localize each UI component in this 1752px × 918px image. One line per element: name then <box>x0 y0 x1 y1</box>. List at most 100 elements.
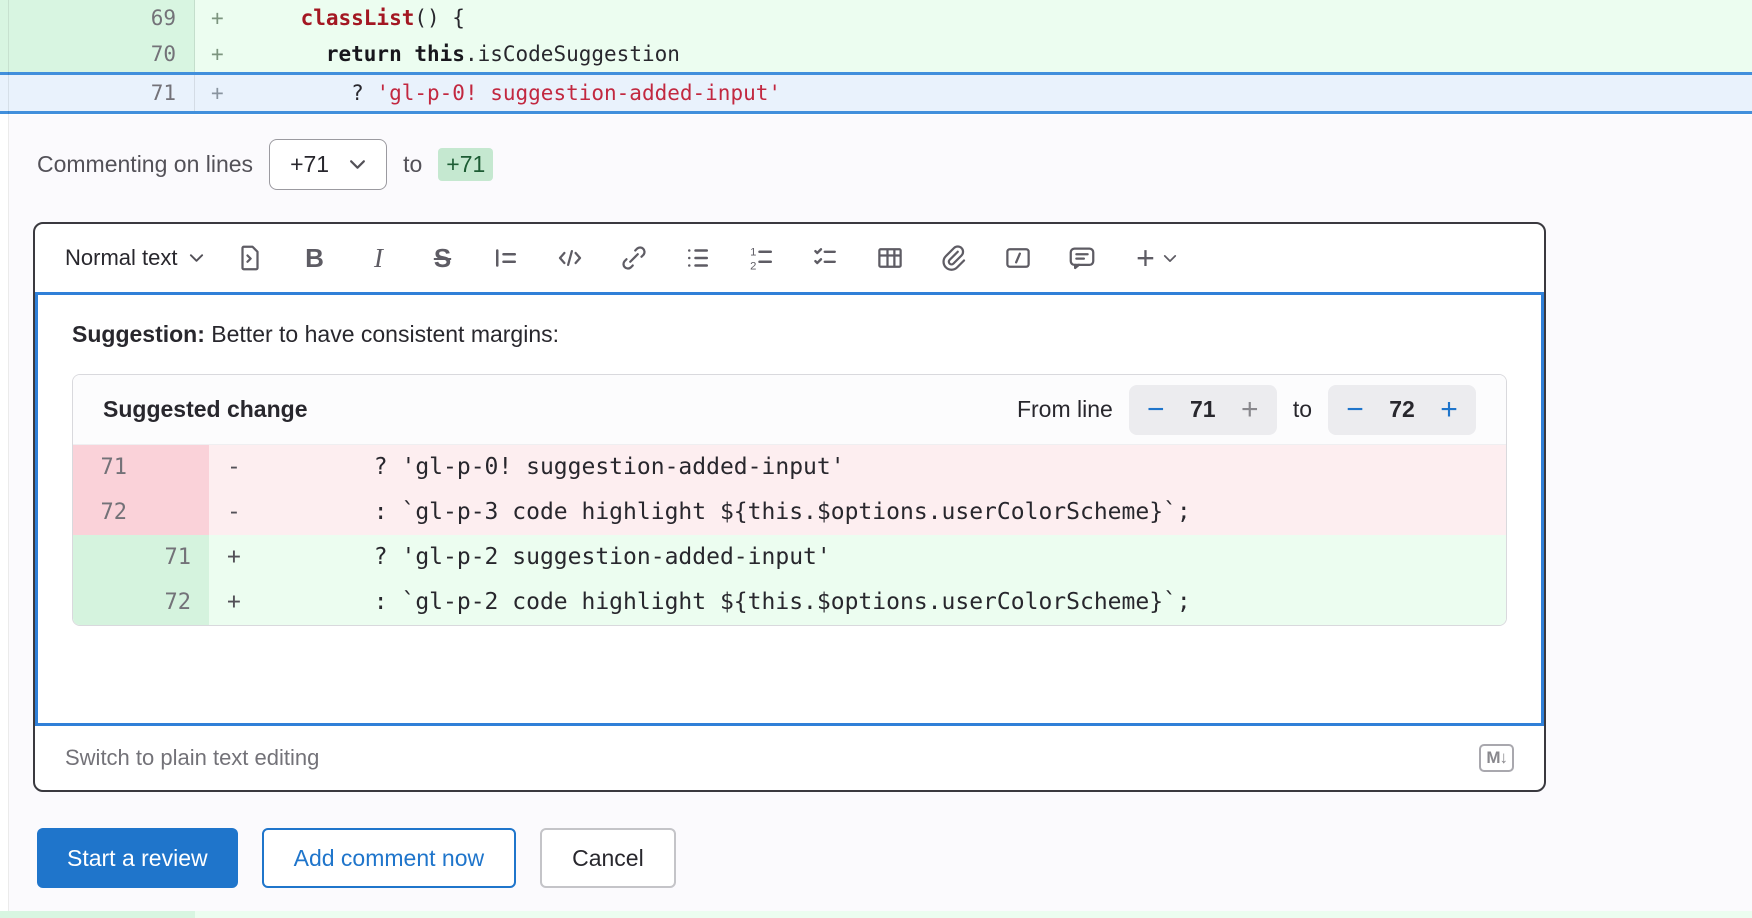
suggested-diff-row: 72+ : `gl-p-2 code highlight ${this.$opt… <box>73 580 1506 625</box>
diff-marker: + <box>209 535 263 580</box>
numbered-list-button[interactable]: 12 <box>730 234 794 282</box>
comment-actions: Start a review Add comment now Cancel <box>37 828 676 888</box>
comment-template-button[interactable] <box>1050 234 1114 282</box>
diff-marker: - <box>209 490 263 535</box>
table-button[interactable] <box>858 234 922 282</box>
to-label: to <box>1293 396 1312 423</box>
to-line-value: 72 <box>1376 396 1428 423</box>
code-line: return this.isCodeSuggestion <box>250 36 680 72</box>
task-list-icon <box>811 243 841 273</box>
details-block-button[interactable] <box>986 234 1050 282</box>
code-line: classList() { <box>250 0 465 36</box>
suggested-change-title: Suggested change <box>103 396 307 423</box>
suggested-change-diff: 71- ? 'gl-p-0! suggestion-added-input'72… <box>73 445 1506 625</box>
bulleted-list-icon <box>683 243 713 273</box>
line-number[interactable]: 71 <box>0 75 195 111</box>
chevron-down-icon <box>1163 254 1177 263</box>
link-button[interactable] <box>602 234 666 282</box>
cancel-button[interactable]: Cancel <box>540 828 676 888</box>
from-line-label: From line <box>1017 396 1113 423</box>
table-icon <box>875 243 905 273</box>
diff-marker: + <box>195 36 250 72</box>
line-number[interactable]: 69 <box>0 0 195 36</box>
plus-icon: + <box>1136 242 1155 274</box>
from-line-increment-button[interactable]: + <box>1229 390 1271 430</box>
bulleted-list-button[interactable] <box>666 234 730 282</box>
to-line-stepper: − 72 + <box>1328 385 1476 435</box>
line-range-controls: From line − 71 + to − 72 + <box>1017 385 1476 435</box>
editor-footer: Switch to plain text editing M↓ <box>35 726 1544 790</box>
from-line-decrement-button[interactable]: − <box>1135 390 1177 430</box>
text-style-label: Normal text <box>65 245 177 271</box>
attach-file-button[interactable] <box>922 234 986 282</box>
link-icon <box>619 243 649 273</box>
commenting-on-lines-bar: Commenting on lines +71 to +71 <box>37 139 493 190</box>
suggestion-label: Suggestion: <box>72 321 205 347</box>
suggested-change-panel: Suggested change From line − 71 + to − <box>72 374 1507 626</box>
line-range-end-badge: +71 <box>438 148 493 181</box>
suggested-change-header: Suggested change From line − 71 + to − <box>73 375 1506 445</box>
code-line: ? 'gl-p-0! suggestion-added-input' <box>250 75 781 111</box>
new-line-number: 72 <box>143 580 209 625</box>
bold-icon: B <box>305 243 324 274</box>
details-block-icon <box>1003 243 1033 273</box>
markdown-supported-icon[interactable]: M↓ <box>1479 744 1514 772</box>
text-style-dropdown[interactable]: Normal text <box>65 245 204 271</box>
start-review-button[interactable]: Start a review <box>37 828 238 888</box>
commenting-label: Commenting on lines <box>37 151 253 178</box>
suggestion-text: Better to have consistent margins: <box>205 321 559 347</box>
strikethrough-icon: S <box>434 243 451 274</box>
italic-icon: I <box>374 243 383 274</box>
numbered-list-icon: 12 <box>747 243 777 273</box>
line-number[interactable]: 70 <box>0 36 195 72</box>
diff-marker: + <box>209 580 263 625</box>
diff-marker: + <box>195 75 250 111</box>
quote-button[interactable] <box>474 234 538 282</box>
editor-toolbar: Normal text B I S <box>35 224 1544 292</box>
new-line-number <box>143 445 209 490</box>
chevron-down-icon <box>349 159 366 170</box>
next-diff-row-sliver <box>0 911 1752 918</box>
comment-editor: Normal text B I S <box>33 222 1546 792</box>
code-line: ? 'gl-p-0! suggestion-added-input' <box>263 445 845 490</box>
to-label: to <box>403 151 422 178</box>
task-list-button[interactable] <box>794 234 858 282</box>
suggested-diff-row: 72 - : `gl-p-3 code highlight ${this.$opt… <box>73 490 1506 535</box>
insert-suggestion-button[interactable] <box>218 234 282 282</box>
more-options-button[interactable]: + <box>1114 234 1198 282</box>
code-line: : `gl-p-3 code highlight ${this.$options… <box>263 490 1191 535</box>
comment-text: Suggestion: Better to have consistent ma… <box>72 321 1507 348</box>
insert-suggestion-icon <box>235 243 265 273</box>
new-line-number <box>143 490 209 535</box>
rich-text-editor-body[interactable]: Suggestion: Better to have consistent ma… <box>35 292 1544 726</box>
attach-file-icon <box>939 243 969 273</box>
italic-button[interactable]: I <box>346 234 410 282</box>
old-line-number: 71 <box>73 445 143 490</box>
from-line-stepper: − 71 + <box>1129 385 1277 435</box>
add-comment-now-button[interactable]: Add comment now <box>262 828 516 888</box>
old-line-number <box>73 535 143 580</box>
chevron-down-icon <box>189 253 204 263</box>
code-line: ? 'gl-p-2 suggestion-added-input' <box>263 535 831 580</box>
strikethrough-button[interactable]: S <box>410 234 474 282</box>
code-sliver <box>195 911 1752 918</box>
to-line-decrement-button[interactable]: − <box>1334 390 1376 430</box>
code-button[interactable] <box>538 234 602 282</box>
old-line-number: 72 <box>73 490 143 535</box>
diff-row: 70+ return this.isCodeSuggestion <box>0 36 1752 72</box>
switch-to-plain-text-link[interactable]: Switch to plain text editing <box>65 745 319 771</box>
code-diff-table: 69+ classList() {70+ return this.isCodeS… <box>0 0 1752 114</box>
line-range-start-value: +71 <box>290 151 329 178</box>
gutter-sliver <box>0 911 195 918</box>
quote-icon <box>491 243 521 273</box>
diff-row: 69+ classList() { <box>0 0 1752 36</box>
comment-form-region: Commenting on lines +71 to +71 Normal te… <box>9 115 1752 911</box>
new-line-number: 71 <box>143 535 209 580</box>
bold-button[interactable]: B <box>282 234 346 282</box>
line-range-start-select[interactable]: +71 <box>269 139 387 190</box>
from-line-value: 71 <box>1177 396 1229 423</box>
code-line: : `gl-p-2 code highlight ${this.$options… <box>263 580 1191 625</box>
to-line-increment-button[interactable]: + <box>1428 390 1470 430</box>
diff-marker: - <box>209 445 263 490</box>
suggested-diff-row: 71+ ? 'gl-p-2 suggestion-added-input' <box>73 535 1506 580</box>
